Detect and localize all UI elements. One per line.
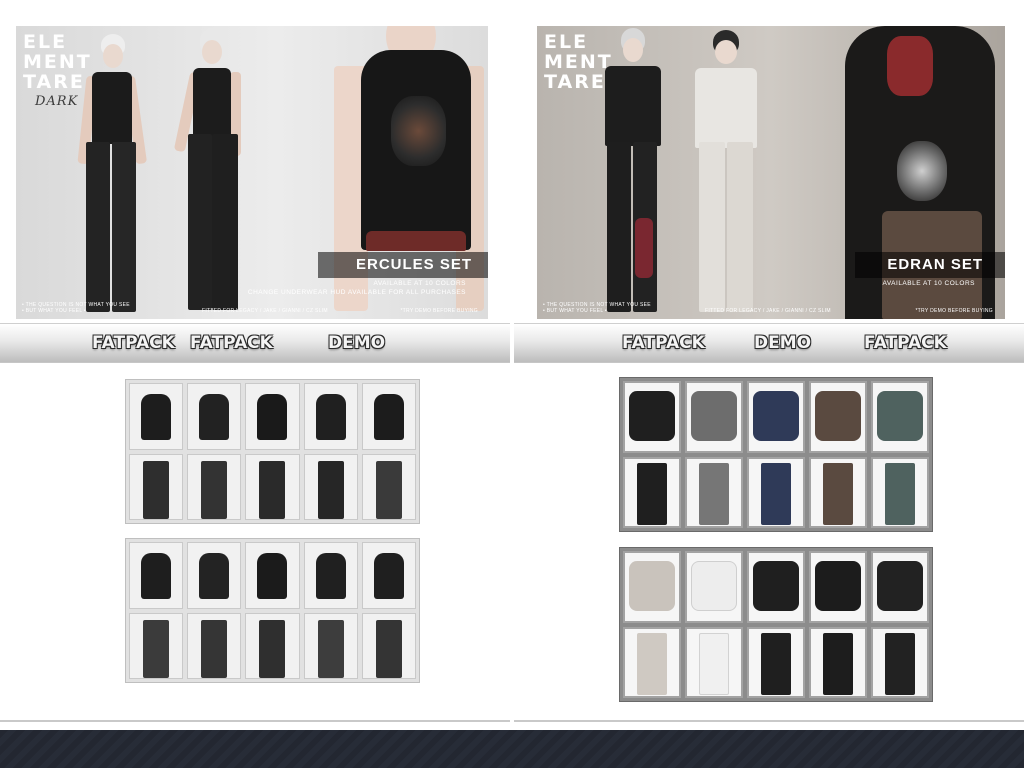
model-figure: [595, 28, 667, 318]
set-title: EDRAN SET: [887, 256, 983, 273]
availability-text: AVAILABLE AT 10 COLORS: [373, 280, 466, 287]
set-title: ERCULES SET: [355, 256, 472, 273]
color-swatch[interactable]: [187, 612, 242, 679]
color-swatch[interactable]: [685, 626, 743, 698]
color-swatch[interactable]: [747, 381, 805, 453]
color-swatch[interactable]: [809, 456, 867, 528]
hud-info-text: CHANGE UNDERWEAR HUD AVAILABLE FOR ALL P…: [247, 289, 466, 296]
model-figure: [76, 34, 148, 319]
color-swatch[interactable]: [623, 551, 681, 623]
edran-color-grid-2: [619, 547, 933, 702]
edran-set-poster[interactable]: ELE MENT TARE EDRAN SET AVAILABLE AT 10 …: [537, 26, 1005, 319]
model-figure: [173, 28, 246, 318]
color-swatch[interactable]: [809, 626, 867, 698]
fatpack-label[interactable]: FATPACK: [190, 333, 273, 353]
color-swatch[interactable]: [685, 456, 743, 528]
label-strip-right: FATPACK DEMO FATPACK: [514, 323, 1024, 363]
color-swatch[interactable]: [747, 626, 805, 698]
label-strip-left: FATPACK FATPACK DEMO: [0, 323, 510, 363]
color-swatch[interactable]: [245, 453, 300, 520]
color-swatch[interactable]: [245, 383, 300, 450]
color-swatch[interactable]: [623, 626, 681, 698]
color-swatch[interactable]: [685, 381, 743, 453]
color-swatch[interactable]: [187, 453, 242, 520]
product-page: ELE MENT TARE DARK ERCULES SET AVAILABLE…: [0, 0, 1024, 768]
color-swatch[interactable]: [129, 383, 184, 450]
color-swatch[interactable]: [685, 551, 743, 623]
fatpack-label[interactable]: FATPACK: [92, 333, 175, 353]
demo-note: *TRY DEMO BEFORE BUYING: [400, 308, 478, 314]
color-swatch[interactable]: [623, 456, 681, 528]
model-figure: [685, 30, 765, 318]
color-swatch[interactable]: [871, 626, 929, 698]
color-swatch[interactable]: [303, 383, 358, 450]
fatpack-label[interactable]: FATPACK: [864, 333, 947, 353]
demo-note: *TRY DEMO BEFORE BUYING: [915, 308, 993, 314]
demo-label[interactable]: DEMO: [754, 333, 811, 353]
color-swatch[interactable]: [361, 383, 416, 450]
color-swatch[interactable]: [871, 456, 929, 528]
color-swatch[interactable]: [361, 542, 416, 609]
color-swatch[interactable]: [871, 381, 929, 453]
color-swatch[interactable]: [303, 542, 358, 609]
color-swatch[interactable]: [747, 456, 805, 528]
ercules-color-grid-2: [125, 538, 420, 683]
edran-color-grid-1: [619, 377, 933, 532]
divider: [0, 720, 510, 722]
color-swatch[interactable]: [245, 542, 300, 609]
divider: [514, 720, 1024, 722]
color-swatch[interactable]: [129, 453, 184, 520]
demo-label[interactable]: DEMO: [328, 333, 385, 353]
color-swatch[interactable]: [129, 612, 184, 679]
color-swatch[interactable]: [245, 612, 300, 679]
ercules-color-grid-1: [125, 379, 420, 524]
availability-text: AVAILABLE AT 10 COLORS: [882, 280, 975, 287]
tagline: • THE QUESTION IS NOT WHAT YOU SEE • BUT…: [543, 302, 651, 314]
fitted-bodies: FITTED FOR LEGACY / JAKE / GIANNI / CZ S…: [705, 308, 831, 314]
color-swatch[interactable]: [871, 551, 929, 623]
tagline: • THE QUESTION IS NOT WHAT YOU SEE • BUT…: [22, 302, 130, 314]
footer-bar: [0, 730, 1024, 768]
color-swatch[interactable]: [303, 612, 358, 679]
fitted-bodies: FITTED FOR LEGACY / JAKE / GIANNI / CZ S…: [202, 308, 328, 314]
color-swatch[interactable]: [129, 542, 184, 609]
color-swatch[interactable]: [809, 381, 867, 453]
color-swatch[interactable]: [623, 381, 681, 453]
color-swatch[interactable]: [187, 542, 242, 609]
ercules-set-poster[interactable]: ELE MENT TARE DARK ERCULES SET AVAILABLE…: [16, 26, 488, 319]
color-swatch[interactable]: [747, 551, 805, 623]
color-swatch[interactable]: [303, 453, 358, 520]
color-swatch[interactable]: [809, 551, 867, 623]
fatpack-label[interactable]: FATPACK: [622, 333, 705, 353]
color-swatch[interactable]: [361, 612, 416, 679]
color-swatch[interactable]: [187, 383, 242, 450]
color-swatch[interactable]: [361, 453, 416, 520]
